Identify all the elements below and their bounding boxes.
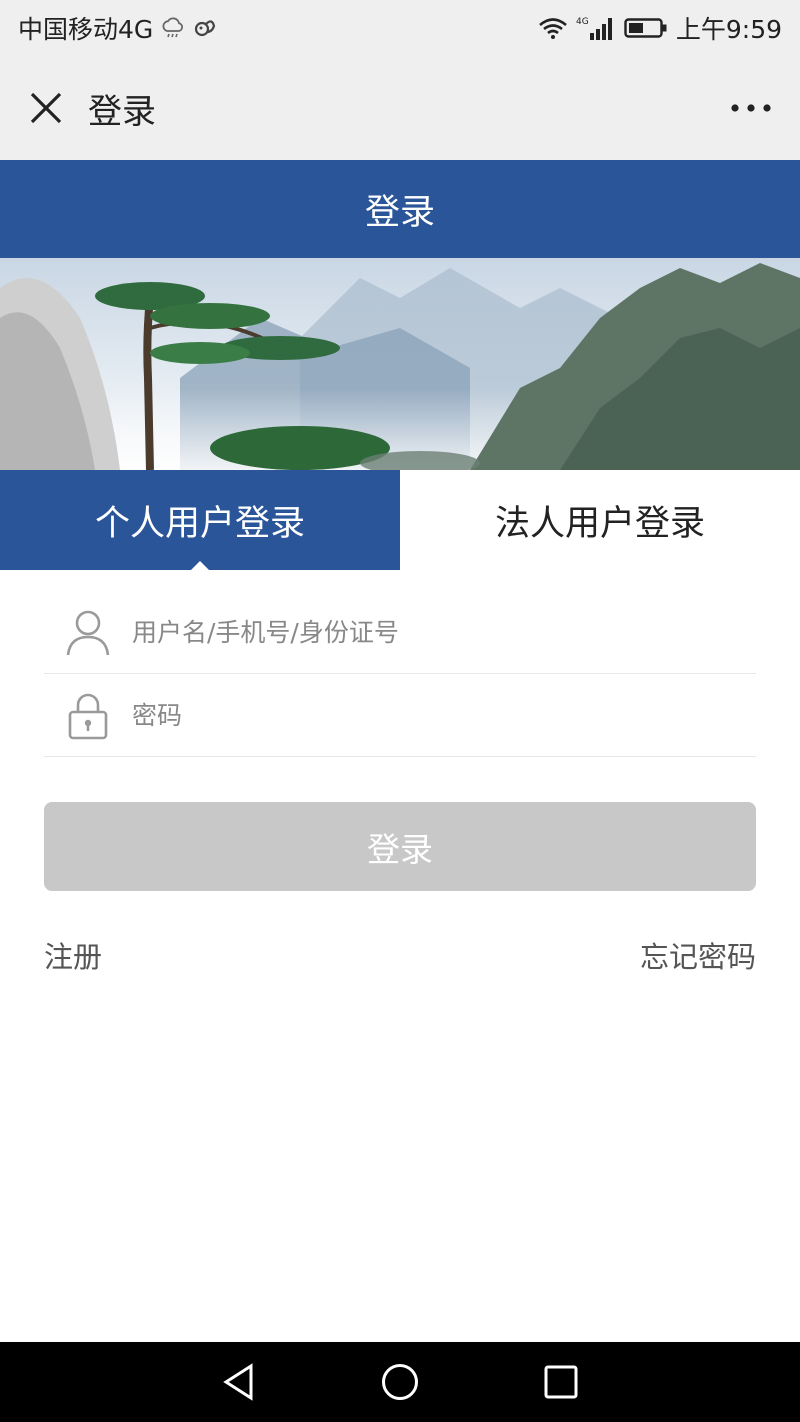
app-notification-icon [193,16,217,40]
header-title: 登录 [364,192,435,233]
network-type-label: 4G [576,17,589,27]
more-dots-icon [731,104,771,112]
webview-nav-bar: 登录 [0,56,800,160]
signal-icon: 4G [576,15,616,41]
login-type-tabs: 个人用户登录 法人用户登录 [0,470,800,571]
lock-icon [44,692,132,740]
recents-square-icon [544,1365,578,1399]
username-field [44,592,756,674]
status-left: 中国移动4G [18,10,217,46]
status-right: 4G 上午9:59 [538,10,782,46]
close-button[interactable] [24,86,68,130]
close-icon [30,92,62,124]
register-link[interactable]: 注册 [44,934,102,976]
weather-icon [161,17,185,39]
home-circle-icon [381,1364,418,1400]
password-field [44,675,756,757]
back-button[interactable] [221,1363,257,1401]
tab-personal-login[interactable]: 个人用户登录 [0,470,400,571]
active-tab-indicator [190,561,210,571]
tab-personal-login-label: 个人用户登录 [94,503,305,544]
password-input[interactable] [132,685,756,746]
recents-button[interactable] [543,1364,579,1400]
username-input[interactable] [132,602,756,663]
page-title: 登录 [88,91,156,132]
clock-label: 上午9:59 [675,15,782,44]
login-button[interactable]: 登录 [44,802,756,891]
tab-corporate-login[interactable]: 法人用户登录 [400,470,800,570]
back-triangle-icon [223,1363,253,1401]
banner-image [0,258,800,470]
battery-icon [624,16,668,40]
forgot-password-link[interactable]: 忘记密码 [640,934,756,976]
status-bar: 中国移动4G 4G 上午9:59 [0,0,800,56]
tab-corporate-login-label: 法人用户登录 [494,503,705,544]
carrier-label: 中国移动4G [18,15,154,44]
mountain-landscape-illustration [0,258,800,470]
home-button[interactable] [380,1362,420,1402]
user-icon [44,609,132,657]
wifi-icon [538,16,568,40]
more-button[interactable] [726,86,776,130]
header-bar: 登录 [0,160,800,258]
system-nav-bar [0,1342,800,1422]
